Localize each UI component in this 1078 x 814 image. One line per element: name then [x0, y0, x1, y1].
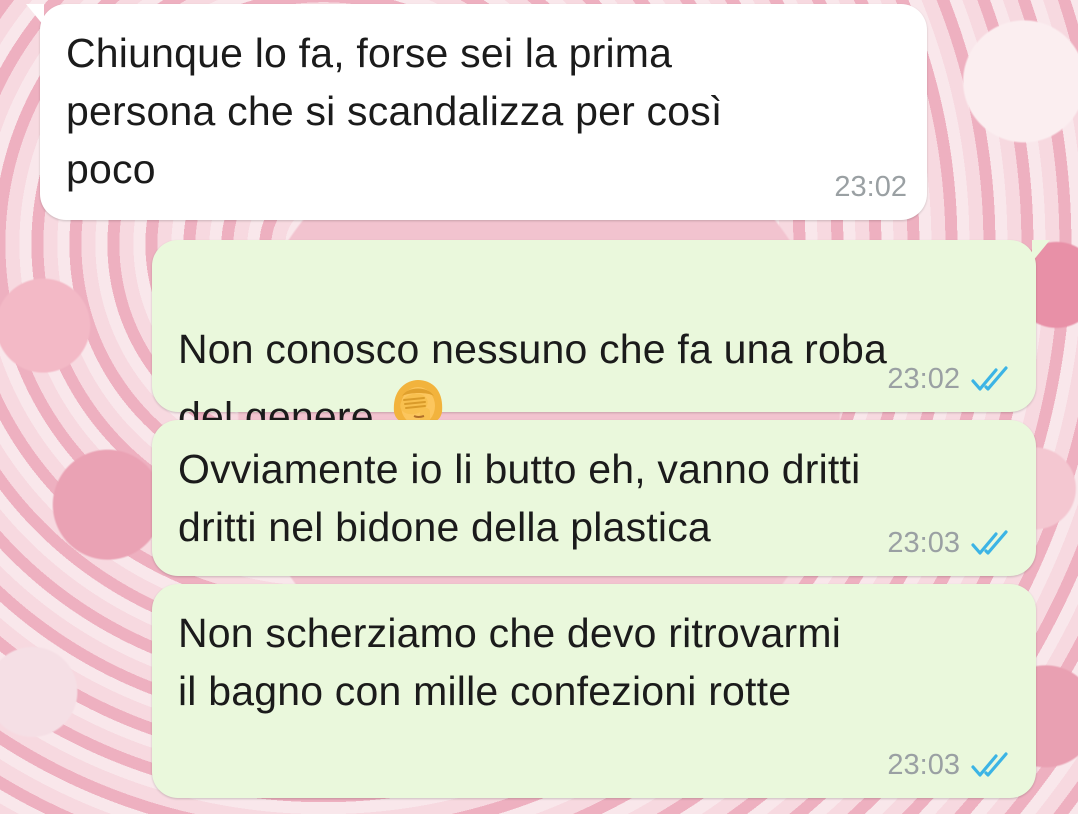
message-bubble-outgoing[interactable]: Non scherziamo che devo ritrovarmi il ba…	[152, 584, 1036, 798]
message-meta: 23:02	[887, 363, 1016, 396]
message-time: 23:02	[834, 171, 907, 203]
message-text: Ovviamente io li butto eh, vanno dritti …	[178, 446, 861, 550]
bubble-tail	[26, 4, 44, 26]
double-check-read-icon	[971, 751, 1008, 777]
bubble-tail	[1032, 240, 1050, 262]
double-check-read-icon	[971, 529, 1008, 555]
message-time: 23:03	[887, 527, 960, 559]
message-time: 23:02	[887, 363, 960, 395]
message-meta: 23:02	[834, 171, 907, 204]
message-text: Chiunque lo fa, forse sei la prima perso…	[66, 30, 723, 192]
double-check-read-icon	[971, 365, 1008, 391]
message-time: 23:03	[887, 749, 960, 781]
message-meta: 23:03	[887, 749, 1016, 782]
message-text: Non scherziamo che devo ritrovarmi il ba…	[178, 610, 842, 714]
message-bubble-outgoing[interactable]: Ovviamente io li butto eh, vanno dritti …	[152, 420, 1036, 576]
message-bubble-incoming[interactable]: Chiunque lo fa, forse sei la prima perso…	[26, 4, 927, 220]
message-meta: 23:03	[887, 527, 1016, 560]
message-bubble-outgoing[interactable]: Non conosco nessuno che fa una roba del …	[152, 240, 1050, 448]
